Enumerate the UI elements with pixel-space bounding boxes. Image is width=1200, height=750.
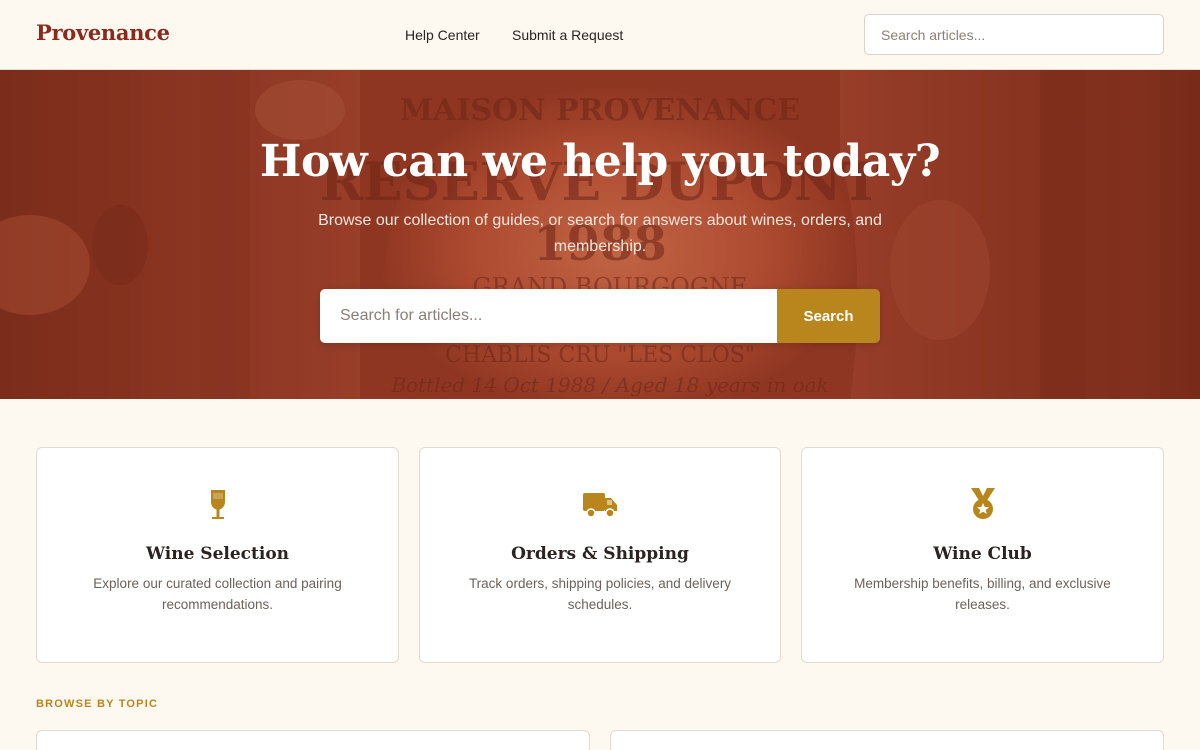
header-search-input[interactable] [864, 14, 1164, 55]
card-wine-club[interactable]: Wine Club Membership benefits, billing, … [801, 447, 1164, 663]
card-orders-shipping[interactable]: Orders & Shipping Track orders, shipping… [419, 447, 781, 663]
topic-card[interactable] [36, 730, 590, 750]
site-header: Provenance Help Center Submit a Request [0, 0, 1200, 70]
card-description: Explore our curated collection and pairi… [93, 576, 342, 612]
hero-search-bar: Search [320, 289, 880, 343]
hero-search-button[interactable]: Search [777, 289, 880, 343]
card-description: Track orders, shipping policies, and del… [468, 576, 732, 612]
medal-icon [970, 488, 995, 519]
card-title: Orders & Shipping [511, 544, 689, 564]
hero-search-input[interactable] [320, 289, 777, 343]
card-description: Membership benefits, billing, and exclus… [854, 576, 1111, 612]
wine-glass-icon [210, 490, 225, 519]
logo[interactable]: Provenance [36, 20, 170, 45]
nav-help-center[interactable]: Help Center [405, 27, 480, 43]
hero-subtitle: Browse our collection of guides, or sear… [318, 212, 882, 255]
truck-icon [583, 493, 617, 518]
card-title: Wine Selection [145, 544, 290, 564]
topic-card[interactable] [610, 730, 1164, 750]
card-wine-selection[interactable]: Wine Selection Explore our curated colle… [36, 447, 399, 663]
section-label-browse: BROWSE BY TOPIC [36, 698, 159, 710]
nav-submit-request[interactable]: Submit a Request [512, 27, 623, 43]
hero-banner: MAISON PROVENANCE RESERVE DUPONT 1988 GR… [0, 70, 1200, 399]
card-title: Wine Club [933, 544, 1032, 564]
hero-title: How can we help you today? [259, 136, 941, 187]
